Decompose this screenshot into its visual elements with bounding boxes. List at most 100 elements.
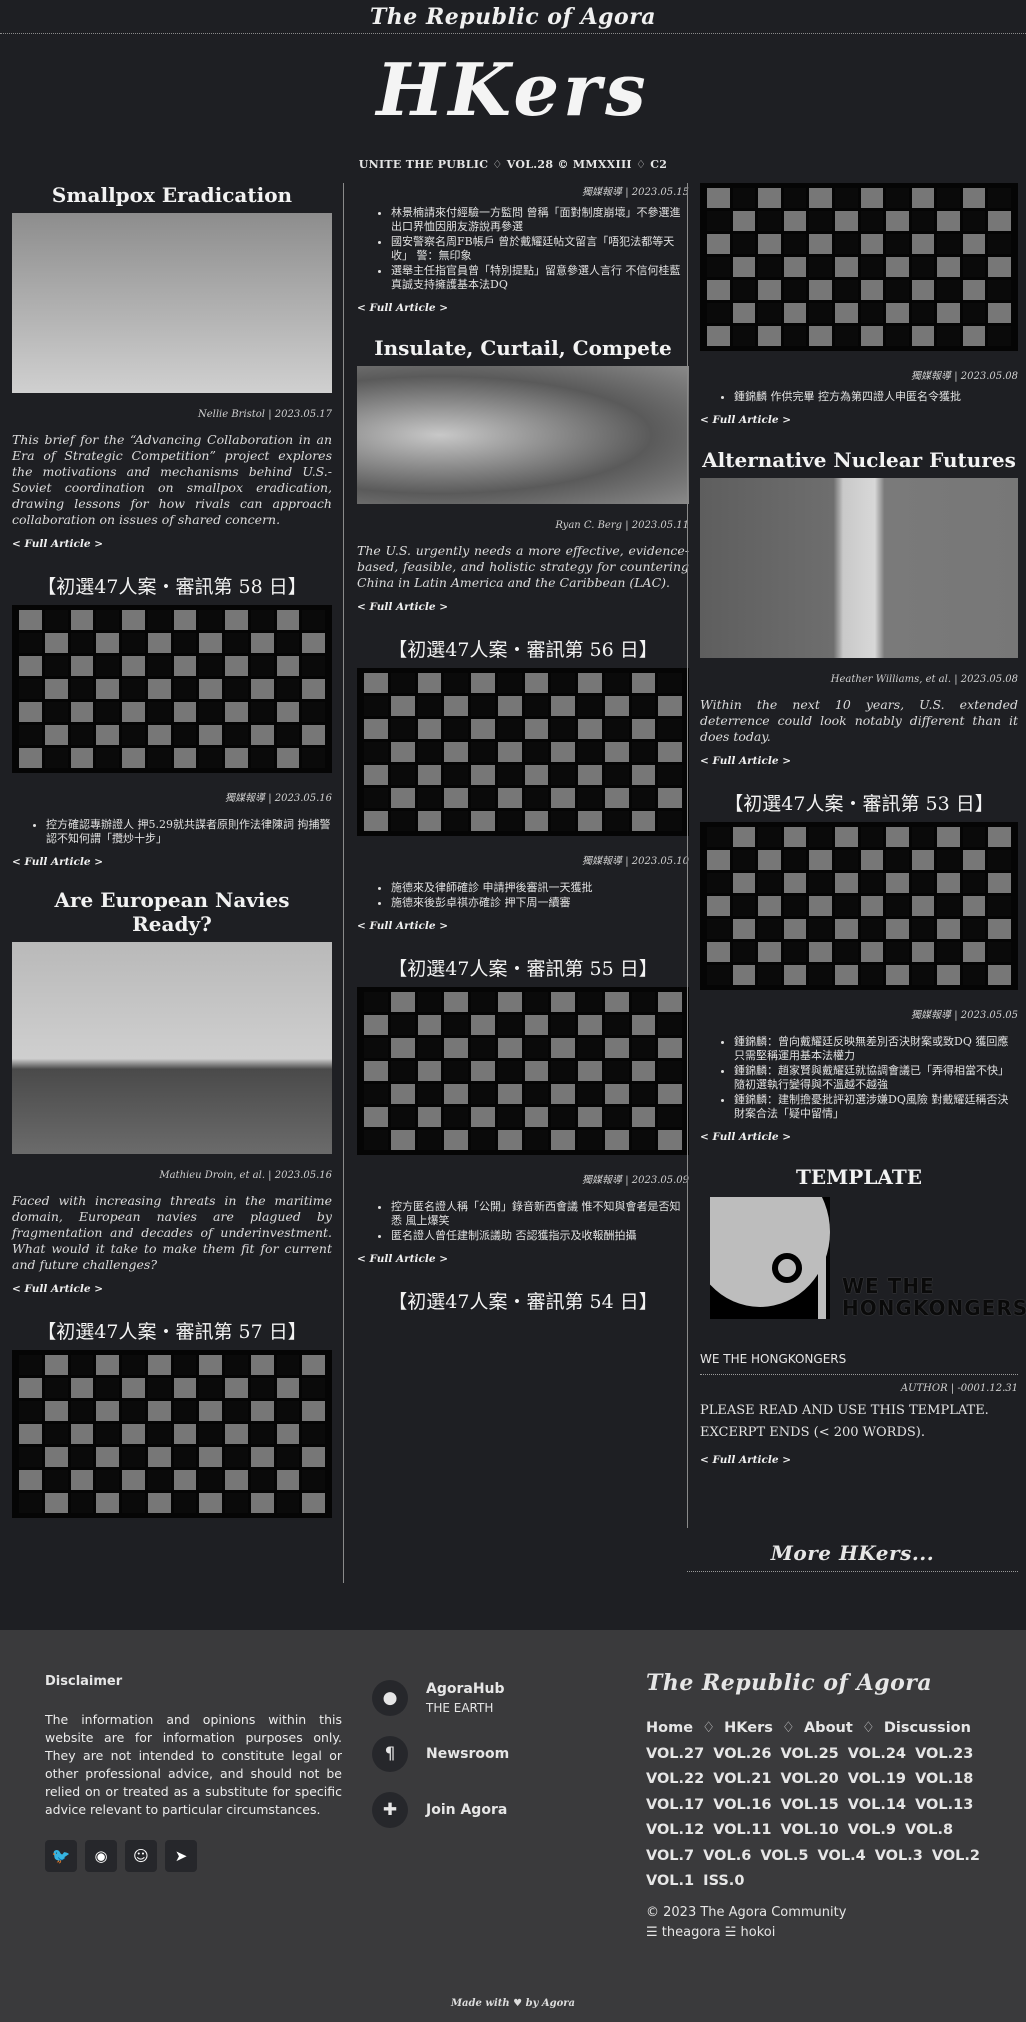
- portrait-cell: [732, 303, 756, 323]
- portrait-cell: [96, 1470, 119, 1490]
- portrait-cell: [70, 656, 94, 676]
- article-title[interactable]: 【初選47人案・審訊第 58 日】: [12, 572, 332, 599]
- full-article-link[interactable]: < Full Article >: [12, 538, 332, 550]
- twitter-icon[interactable]: 🐦: [45, 1840, 77, 1872]
- portrait-cell: [604, 696, 629, 716]
- portrait-cell: [364, 1084, 388, 1104]
- portrait-cell: [364, 992, 388, 1012]
- portrait-cell: [551, 673, 575, 693]
- portrait-cell: [578, 811, 602, 831]
- portrait-cell: [732, 326, 756, 346]
- more-hkers-link[interactable]: More HKers...: [687, 1541, 1018, 1572]
- full-article-link[interactable]: < Full Article >: [700, 414, 1018, 426]
- nav-row[interactable]: VOL.17 VOL.16 VOL.15 VOL.14 VOL.13: [646, 1793, 986, 1819]
- footer: Disclaimer The information and opinions …: [0, 1630, 1026, 2022]
- handles[interactable]: ☰ theagora ☱ hokoi: [646, 1923, 986, 1943]
- article-title[interactable]: Are European Navies Ready?: [12, 888, 332, 936]
- portrait-cell: [390, 1084, 415, 1104]
- full-article-link[interactable]: < Full Article >: [700, 1131, 1018, 1143]
- portrait-cell: [96, 633, 119, 653]
- portrait-cell: [834, 850, 858, 870]
- full-article-link[interactable]: < Full Article >: [357, 920, 689, 932]
- agorahub-link[interactable]: ● AgoraHub THE EARTH: [372, 1680, 509, 1716]
- full-article-link[interactable]: < Full Article >: [357, 1253, 689, 1265]
- portrait-cell: [834, 257, 858, 277]
- article-title[interactable]: 【初選47人案・審訊第 57 日】: [12, 1317, 332, 1344]
- nav-row[interactable]: VOL.22 VOL.21 VOL.20 VOL.19 VOL.18: [646, 1767, 986, 1793]
- article-title[interactable]: TEMPLATE: [700, 1165, 1018, 1189]
- portrait-cell: [70, 1378, 94, 1398]
- portrait-cell: [631, 1015, 656, 1035]
- portrait-cell: [886, 827, 909, 847]
- portrait-cell: [707, 965, 730, 985]
- reddit-icon[interactable]: ☺: [125, 1840, 157, 1872]
- footer-brand[interactable]: The Republic of Agora: [646, 1670, 986, 1696]
- telegram-icon[interactable]: ➤: [165, 1840, 197, 1872]
- portrait-cell: [937, 919, 960, 939]
- site-title[interactable]: The Republic of Agora: [370, 4, 656, 30]
- portrait-cell: [390, 673, 415, 693]
- portrait-cell: [96, 1355, 119, 1375]
- portrait-cell: [173, 633, 197, 653]
- portrait-cell: [19, 1378, 42, 1398]
- portrait-cell: [783, 234, 807, 254]
- portrait-cell: [911, 942, 935, 962]
- portrait-cell: [122, 725, 145, 745]
- join-agora-link[interactable]: ✚ Join Agora: [372, 1792, 509, 1828]
- link-title: AgoraHub: [426, 1681, 505, 1697]
- portrait-cell: [783, 873, 807, 893]
- full-article-link[interactable]: < Full Article >: [700, 1454, 1018, 1466]
- portrait-cell: [524, 992, 549, 1012]
- portrait-cell: [147, 1401, 171, 1421]
- portrait-cell: [44, 1447, 68, 1467]
- portrait-cell: [732, 942, 756, 962]
- full-article-link[interactable]: < Full Article >: [12, 856, 332, 868]
- portrait-cell: [147, 1470, 171, 1490]
- portrait-cell: [96, 1401, 119, 1421]
- portrait-cell: [886, 211, 909, 231]
- full-article-link[interactable]: < Full Article >: [357, 601, 689, 613]
- portrait-cell: [631, 811, 656, 831]
- article-title[interactable]: Smallpox Eradication: [12, 183, 332, 207]
- github-icon[interactable]: ◉: [85, 1840, 117, 1872]
- portrait-cell: [122, 633, 145, 653]
- article-title[interactable]: Alternative Nuclear Futures: [700, 448, 1018, 472]
- article-title[interactable]: 【初選47人案・審訊第 53 日】: [700, 789, 1018, 816]
- portrait-cell: [809, 896, 832, 916]
- nav-row[interactable]: VOL.7 VOL.6 VOL.5 VOL.4 VOL.3 VOL.2: [646, 1844, 986, 1870]
- portrait-cell: [732, 873, 756, 893]
- masthead-subtitle: UNITE THE PUBLIC ♢ VOL.28 © MMXXIII ♢ C2: [358, 158, 668, 171]
- nav-row[interactable]: VOL.12 VOL.11 VOL.10 VOL.9 VOL.8: [646, 1818, 986, 1844]
- portrait-cell: [302, 1447, 325, 1467]
- portrait-cell: [276, 1493, 300, 1513]
- portrait-cell: [988, 850, 1011, 870]
- portrait-cell: [809, 326, 832, 346]
- full-article-link[interactable]: < Full Article >: [12, 1283, 332, 1295]
- portrait-cell: [199, 1447, 222, 1467]
- portrait-cell: [860, 942, 884, 962]
- full-article-link[interactable]: < Full Article >: [357, 302, 689, 314]
- nav-row[interactable]: Home ♢ HKers ♢ About ♢ Discussion: [646, 1716, 986, 1742]
- nav-row[interactable]: VOL.27 VOL.26 VOL.25 VOL.24 VOL.23: [646, 1742, 986, 1768]
- portrait-cell: [390, 1015, 415, 1035]
- article-title[interactable]: 【初選47人案・審訊第 54 日】: [357, 1287, 689, 1314]
- bullet-item: 林景楠請來付經驗一方監問 曾稱「面對制度崩壞」不參選進出口界恤因朋友游說再參選: [391, 206, 689, 234]
- bullet-item: 控方匿名證人稱「公開」錄音新西會議 惟不知與會者是否知悉 風上爆笑: [391, 1200, 689, 1228]
- portrait-cell: [96, 702, 119, 722]
- portrait-cell: [173, 656, 197, 676]
- article-title[interactable]: 【初選47人案・審訊第 56 日】: [357, 635, 689, 662]
- portrait-cell: [417, 742, 442, 762]
- portrait-cell: [758, 280, 781, 300]
- portrait-cell: [937, 326, 960, 346]
- nav-row[interactable]: VOL.1 ISS.0: [646, 1869, 986, 1895]
- article-title[interactable]: 【初選47人案・審訊第 55 日】: [357, 954, 689, 981]
- hkers-logo[interactable]: HKers: [0, 50, 1026, 130]
- portrait-cell: [962, 873, 986, 893]
- portrait-cell: [471, 1107, 495, 1127]
- full-article-link[interactable]: < Full Article >: [700, 755, 1018, 767]
- article-title[interactable]: Insulate, Curtail, Compete: [357, 336, 689, 360]
- portrait-cell: [497, 673, 522, 693]
- newsroom-link[interactable]: ¶ Newsroom: [372, 1736, 509, 1772]
- logo-mark: [710, 1197, 830, 1319]
- portrait-cell: [96, 610, 119, 630]
